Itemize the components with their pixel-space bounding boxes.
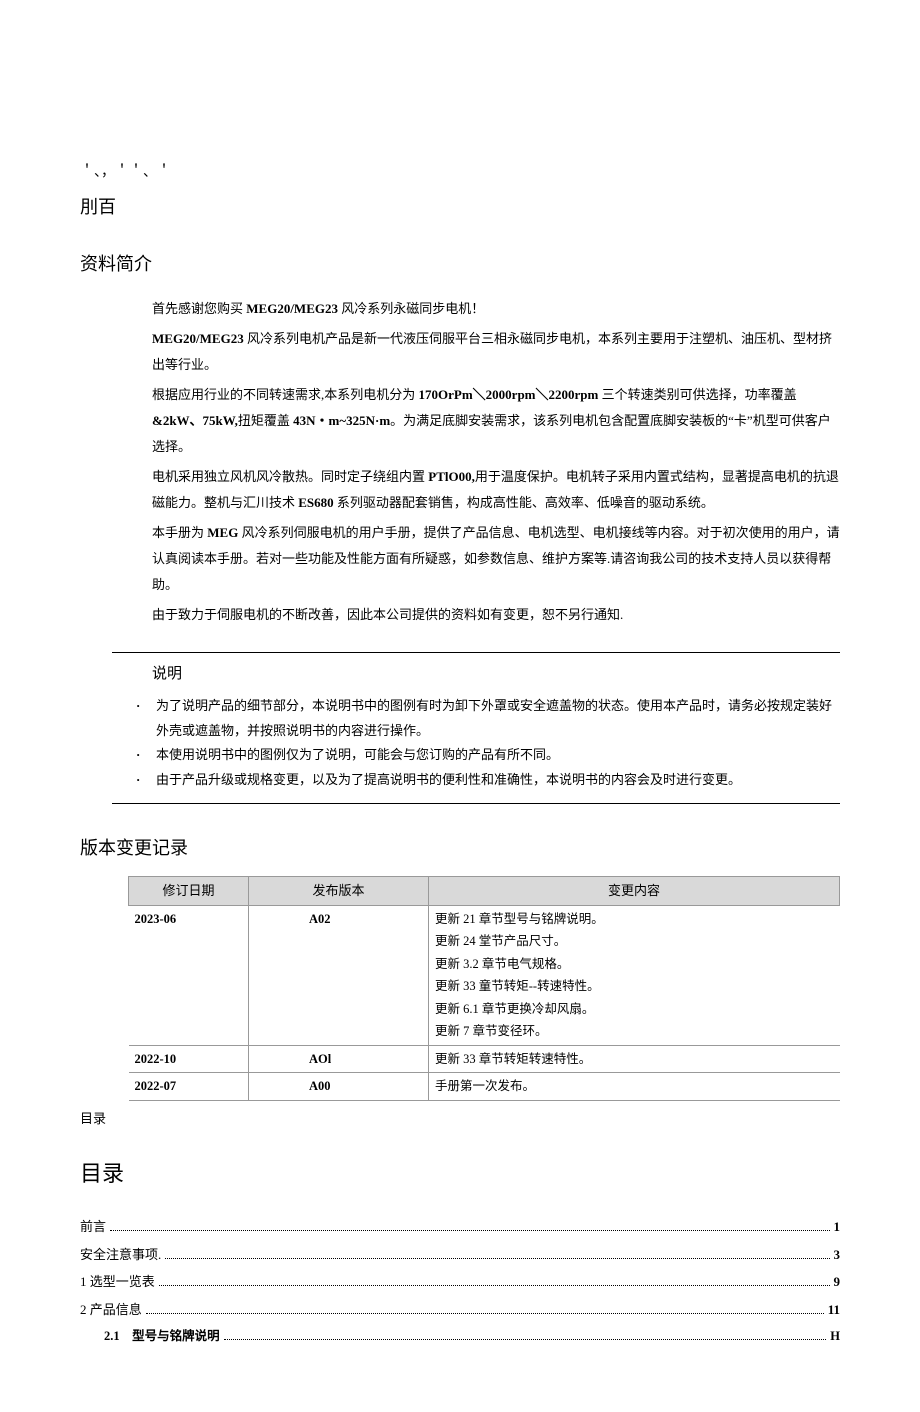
intro-p4-b1: PTlO00, [428, 469, 475, 484]
note-box: 说明 为了说明产品的细节部分，本说明书中的图例有时为卸下外罩或安全遮盖物的状态。… [112, 652, 840, 804]
toc-item: 1 选型一览表 9 [80, 1270, 840, 1293]
table-row: 2023-06 A02 更新 21 章节型号与铭牌说明。 更新 24 堂节产品尺… [129, 905, 840, 1045]
intro-p5-b: MEG [207, 525, 238, 540]
revision-header-content: 变更内容 [429, 877, 840, 905]
note-item: 为了说明产品的细节部分，本说明书中的图例有时为卸下外罩或安全遮盖物的状态。使用本… [132, 694, 840, 743]
toc-item: 2.1 型号与铭牌说明 H [80, 1325, 840, 1348]
intro-p2-bold: MEG20/MEG23 [152, 331, 244, 346]
intro-p1-bold: MEG20/MEG23 [246, 301, 338, 316]
toc-page: 9 [834, 1270, 841, 1293]
intro-p3-b2: &2kW、75kW, [152, 413, 238, 428]
table-row: 2022-07 A00 手册第一次发布。 [129, 1073, 840, 1101]
toc-label: 前言 [80, 1215, 106, 1238]
revision-version: A00 [249, 1073, 429, 1101]
intro-p1-post: 风冷系列永磁同步电机！ [338, 301, 484, 316]
change-line: 更新 33 童节转矩--转速特性。 [435, 975, 834, 998]
change-line: 手册第一次发布。 [435, 1075, 834, 1098]
toc-label: 2 产品信息 [80, 1298, 142, 1321]
revision-content: 更新 33 章节转矩转速特性。 [429, 1045, 840, 1073]
table-row: 2022-10 AOl 更新 33 章节转矩转速特性。 [129, 1045, 840, 1073]
revision-date: 2022-10 [129, 1045, 249, 1073]
intro-p5-post: 风冷系列伺服电机的用户手册，提供了产品信息、电机选型、电机接线等内容。对于初次使… [152, 525, 840, 592]
intro-p4-b2: ES680 [298, 495, 333, 510]
intro-p2: MEG20/MEG23 风冷系列电机产品是新一代液压伺服平台三相永磁同步电机，本… [152, 326, 840, 378]
toc-dots [165, 1258, 829, 1259]
revision-date: 2023-06 [129, 905, 249, 1045]
revision-date: 2022-07 [129, 1073, 249, 1101]
intro-p3: 根据应用行业的不同转速需求,本系列电机分为 170OrPm＼2000rpm＼22… [152, 382, 840, 460]
toc-item: 安全注意事项. 3 [80, 1243, 840, 1266]
toc-title: 目录 [80, 1154, 840, 1194]
intro-body: 首先感谢您购买 MEG20/MEG23 风冷系列永磁同步电机！ MEG20/ME… [152, 296, 840, 628]
toc-item: 2 产品信息 11 [80, 1298, 840, 1321]
revision-header-date: 修订日期 [129, 877, 249, 905]
change-line: 更新 21 章节型号与铭牌说明。 [435, 908, 834, 931]
revision-version: AOl [249, 1045, 429, 1073]
note-item: 本使用说明书中的图例仅为了说明，可能会与您订购的产品有所不同。 [132, 743, 840, 768]
header-noise: ＇、，＇＇、＇ [80, 160, 840, 185]
intro-p1: 首先感谢您购买 MEG20/MEG23 风冷系列永磁同步电机！ [152, 296, 840, 322]
toc-page: 11 [828, 1298, 840, 1321]
revision-content: 更新 21 章节型号与铭牌说明。 更新 24 堂节产品尺寸。 更新 3.2 章节… [429, 905, 840, 1045]
intro-p3-pre: 根据应用行业的不同转速需求,本系列电机分为 [152, 387, 419, 402]
intro-title: 资料简介 [80, 248, 840, 280]
revision-table: 修订日期 发布版本 变更内容 2023-06 A02 更新 21 章节型号与铭牌… [128, 876, 840, 1100]
change-line: 更新 24 堂节产品尺寸。 [435, 930, 834, 953]
toc-list: 前言 1 安全注意事项. 3 1 选型一览表 9 2 产品信息 11 2.1 型… [80, 1215, 840, 1347]
intro-p4: 电机采用独立风机风冷散热。同时定子绕组内置 PTlO00,用于温度保护。电机转子… [152, 464, 840, 516]
intro-p1-pre: 首先感谢您购买 [152, 301, 246, 316]
intro-p3-m1: 三个转速类别可供选择，功率覆盖 [598, 387, 796, 402]
toc-dots [110, 1230, 829, 1231]
toc-label: 1 选型一览表 [80, 1270, 155, 1293]
intro-p5-pre: 本手册为 [152, 525, 207, 540]
toc-dots [159, 1285, 830, 1286]
note-item: 由于产品升级或规格变更，以及为了提高说明书的便利性和准确性，本说明书的内容会及时… [132, 768, 840, 793]
revision-version: A02 [249, 905, 429, 1045]
change-line: 更新 6.1 章节更换冷却风扇。 [435, 998, 834, 1021]
change-line: 更新 3.2 章节电气规格。 [435, 953, 834, 976]
revision-title: 版本变更记录 [80, 832, 840, 864]
intro-p3-m2: 扭矩覆盖 [238, 413, 293, 428]
toc-page: 1 [834, 1215, 841, 1238]
toc-page: H [830, 1325, 840, 1348]
toc-item: 前言 1 [80, 1215, 840, 1238]
intro-p4-post: 系列驱动器配套销售，构成高性能、高效率、低噪音的驱动系统。 [334, 495, 714, 510]
intro-p3-b3: 43N・m~325N·m [293, 413, 390, 428]
intro-p4-pre: 电机采用独立风机风冷散热。同时定子绕组内置 [152, 469, 428, 484]
revision-header-version: 发布版本 [249, 877, 429, 905]
toc-page: 3 [834, 1243, 841, 1266]
intro-p2-post: 风冷系列电机产品是新一代液压伺服平台三相永磁同步电机，本系列主要用于注塑机、油压… [152, 331, 832, 372]
toc-side-label: 目录 [80, 1107, 840, 1130]
note-list: 为了说明产品的细节部分，本说明书中的图例有时为卸下外罩或安全遮盖物的状态。使用本… [132, 694, 840, 793]
toc-dots [146, 1313, 824, 1314]
toc-label: 安全注意事项. [80, 1243, 161, 1266]
change-line: 更新 7 章节变径环。 [435, 1020, 834, 1043]
toc-dots [224, 1339, 827, 1340]
intro-p6: 由于致力于伺服电机的不断改善，因此本公司提供的资料如有变更，恕不另行通知. [152, 602, 840, 628]
header-ocr-title: 刖百 [80, 191, 840, 223]
change-line: 更新 33 章节转矩转速特性。 [435, 1048, 834, 1071]
toc-label: 2.1 型号与铭牌说明 [104, 1325, 220, 1348]
revision-content: 手册第一次发布。 [429, 1073, 840, 1101]
intro-p3-b1: 170OrPm＼2000rpm＼2200rpm [419, 387, 599, 402]
intro-p5: 本手册为 MEG 风冷系列伺服电机的用户手册，提供了产品信息、电机选型、电机接线… [152, 520, 840, 598]
note-title: 说明 [152, 661, 840, 688]
